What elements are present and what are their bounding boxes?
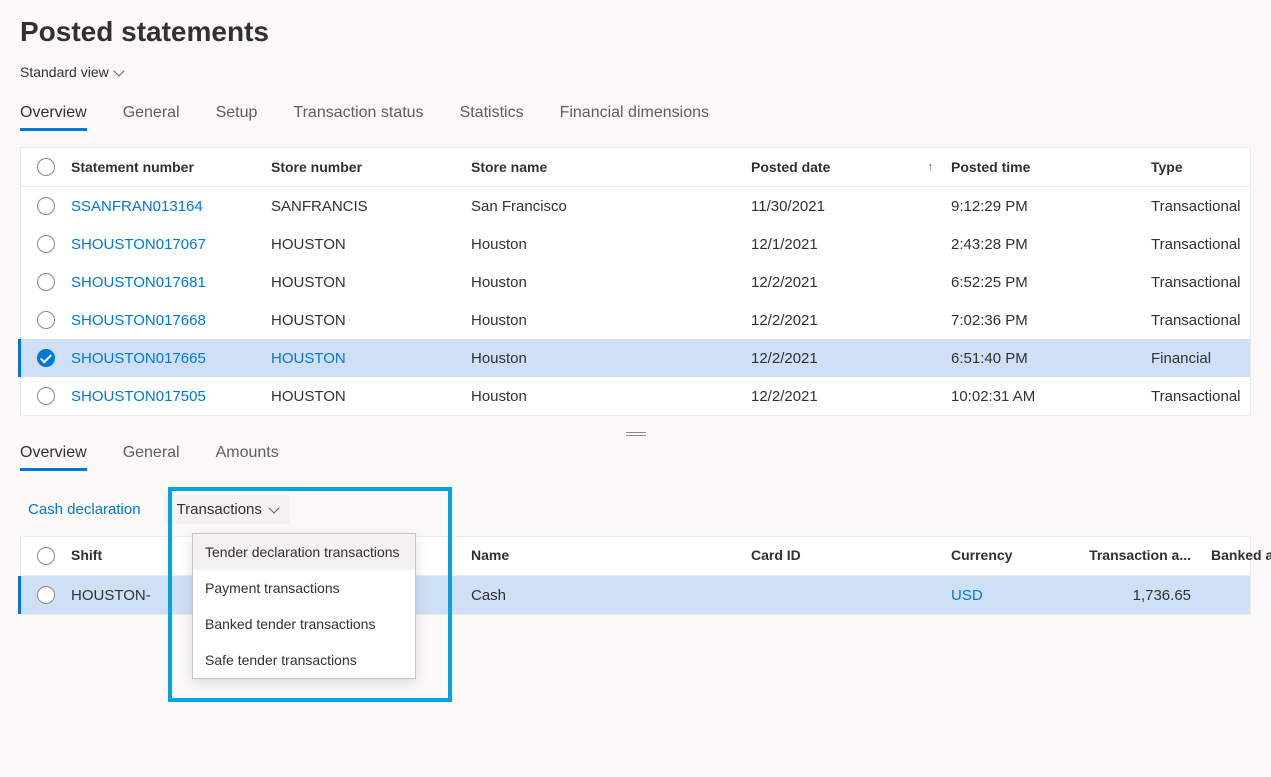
statement-number-link[interactable]: SHOUSTON017668 <box>71 312 271 329</box>
statements-grid: Statement number Store number Store name… <box>20 147 1251 416</box>
store-name-cell: San Francisco <box>471 198 751 215</box>
menu-tender-declaration-transactions[interactable]: Tender declaration transactions <box>193 534 415 570</box>
row-checkbox[interactable] <box>37 349 55 367</box>
statement-number-link[interactable]: SHOUSTON017665 <box>71 350 271 367</box>
table-row[interactable]: SHOUSTON017668 HOUSTON Houston 12/2/2021… <box>21 301 1250 339</box>
transactions-dropdown[interactable]: Transactions <box>165 495 290 524</box>
view-selector-dropdown[interactable]: Standard view <box>20 64 123 80</box>
table-row[interactable]: SHOUSTON017681 HOUSTON Houston 12/2/2021… <box>21 263 1250 301</box>
detail-toolbar: Cash declaration Transactions <box>20 495 1251 524</box>
menu-payment-transactions[interactable]: Payment transactions <box>193 570 415 606</box>
store-number-cell: HOUSTON <box>271 236 471 253</box>
col-store-number[interactable]: Store number <box>271 158 471 176</box>
name-cell: Cash <box>471 587 751 604</box>
posted-time-cell: 7:02:36 PM <box>951 312 1151 329</box>
posted-date-cell: 12/2/2021 <box>751 274 951 291</box>
cash-declaration-button[interactable]: Cash declaration <box>28 501 141 518</box>
detail-tabs: Overview General Amounts <box>20 444 1251 471</box>
store-name-cell: Houston <box>471 312 751 329</box>
posted-date-cell: 12/2/2021 <box>751 388 951 405</box>
transactions-dropdown-label: Transactions <box>177 501 262 518</box>
store-name-cell: Houston <box>471 236 751 253</box>
tab-transaction-status[interactable]: Transaction status <box>293 104 423 131</box>
chevron-down-icon <box>268 502 279 513</box>
table-row[interactable]: SHOUSTON017067 HOUSTON Houston 12/1/2021… <box>21 225 1250 263</box>
col-posted-date[interactable]: Posted date↑ <box>751 158 951 176</box>
tab-overview[interactable]: Overview <box>20 104 87 131</box>
posted-date-cell: 12/2/2021 <box>751 312 951 329</box>
subtab-general[interactable]: General <box>123 444 180 471</box>
chevron-down-icon <box>113 65 124 76</box>
store-number-cell: HOUSTON <box>271 274 471 291</box>
tab-general[interactable]: General <box>123 104 180 131</box>
table-row[interactable]: SHOUSTON017505 HOUSTON Houston 12/2/2021… <box>21 377 1250 415</box>
type-cell: Transactional <box>1151 236 1271 253</box>
transaction-amount-cell: 1,736.65 <box>1081 587 1211 604</box>
col-type[interactable]: Type <box>1151 158 1271 176</box>
subtab-overview[interactable]: Overview <box>20 444 87 471</box>
type-cell: Financial <box>1151 350 1271 367</box>
type-cell: Transactional <box>1151 312 1271 329</box>
col-store-name[interactable]: Store name <box>471 158 751 176</box>
row-checkbox[interactable] <box>37 586 55 604</box>
col-transaction-amount[interactable]: Transaction a... <box>1081 547 1211 565</box>
col-statement-number[interactable]: Statement number <box>71 158 271 176</box>
table-row[interactable]: SHOUSTON017665 HOUSTON Houston 12/2/2021… <box>18 339 1250 377</box>
menu-banked-tender-transactions[interactable]: Banked tender transactions <box>193 606 415 642</box>
splitter-handle-icon <box>626 432 646 436</box>
posted-date-cell: 12/1/2021 <box>751 236 951 253</box>
store-number-cell: HOUSTON <box>271 388 471 405</box>
select-all-checkbox[interactable] <box>37 547 55 565</box>
page-title: Posted statements <box>20 16 1251 48</box>
store-number-cell: SANFRANCIS <box>271 198 471 215</box>
col-card-id[interactable]: Card ID <box>751 547 951 565</box>
store-number-cell[interactable]: HOUSTON <box>271 350 471 367</box>
col-banked-amount[interactable]: Banked a <box>1211 547 1271 565</box>
store-number-cell: HOUSTON <box>271 312 471 329</box>
store-name-cell: Houston <box>471 388 751 405</box>
main-tabs: Overview General Setup Transaction statu… <box>20 104 1251 131</box>
type-cell: Transactional <box>1151 388 1271 405</box>
tab-statistics[interactable]: Statistics <box>460 104 524 131</box>
statement-number-link[interactable]: SSANFRAN013164 <box>71 198 271 215</box>
type-cell: Transactional <box>1151 274 1271 291</box>
statement-number-link[interactable]: SHOUSTON017067 <box>71 236 271 253</box>
row-checkbox[interactable] <box>37 311 55 329</box>
type-cell: Transactional <box>1151 198 1271 215</box>
subtab-amounts[interactable]: Amounts <box>216 444 279 471</box>
posted-time-cell: 6:52:25 PM <box>951 274 1151 291</box>
tab-setup[interactable]: Setup <box>216 104 258 131</box>
row-checkbox[interactable] <box>37 387 55 405</box>
row-checkbox[interactable] <box>37 235 55 253</box>
sort-ascending-icon: ↑ <box>928 161 934 173</box>
posted-date-cell: 12/2/2021 <box>751 350 951 367</box>
table-row[interactable]: SSANFRAN013164 SANFRANCIS San Francisco … <box>21 187 1250 225</box>
currency-link[interactable]: USD <box>951 587 1081 604</box>
posted-time-cell: 10:02:31 AM <box>951 388 1151 405</box>
posted-time-cell: 2:43:28 PM <box>951 236 1151 253</box>
col-name[interactable]: Name <box>471 547 751 565</box>
row-checkbox[interactable] <box>37 273 55 291</box>
store-name-cell: Houston <box>471 274 751 291</box>
row-checkbox[interactable] <box>37 197 55 215</box>
tab-financial-dimensions[interactable]: Financial dimensions <box>560 104 709 131</box>
transactions-dropdown-menu: Tender declaration transactions Payment … <box>192 533 416 679</box>
statement-number-link[interactable]: SHOUSTON017681 <box>71 274 271 291</box>
grid-splitter[interactable] <box>20 424 1251 444</box>
statement-number-link[interactable]: SHOUSTON017505 <box>71 388 271 405</box>
select-all-checkbox[interactable] <box>37 158 55 176</box>
posted-time-cell: 6:51:40 PM <box>951 350 1151 367</box>
store-name-cell: Houston <box>471 350 751 367</box>
view-selector-label: Standard view <box>20 64 109 80</box>
col-posted-time[interactable]: Posted time <box>951 158 1151 176</box>
posted-date-cell: 11/30/2021 <box>751 198 951 215</box>
statements-grid-header: Statement number Store number Store name… <box>21 148 1250 187</box>
posted-time-cell: 9:12:29 PM <box>951 198 1151 215</box>
col-currency[interactable]: Currency <box>951 547 1081 565</box>
menu-safe-tender-transactions[interactable]: Safe tender transactions <box>193 642 415 678</box>
